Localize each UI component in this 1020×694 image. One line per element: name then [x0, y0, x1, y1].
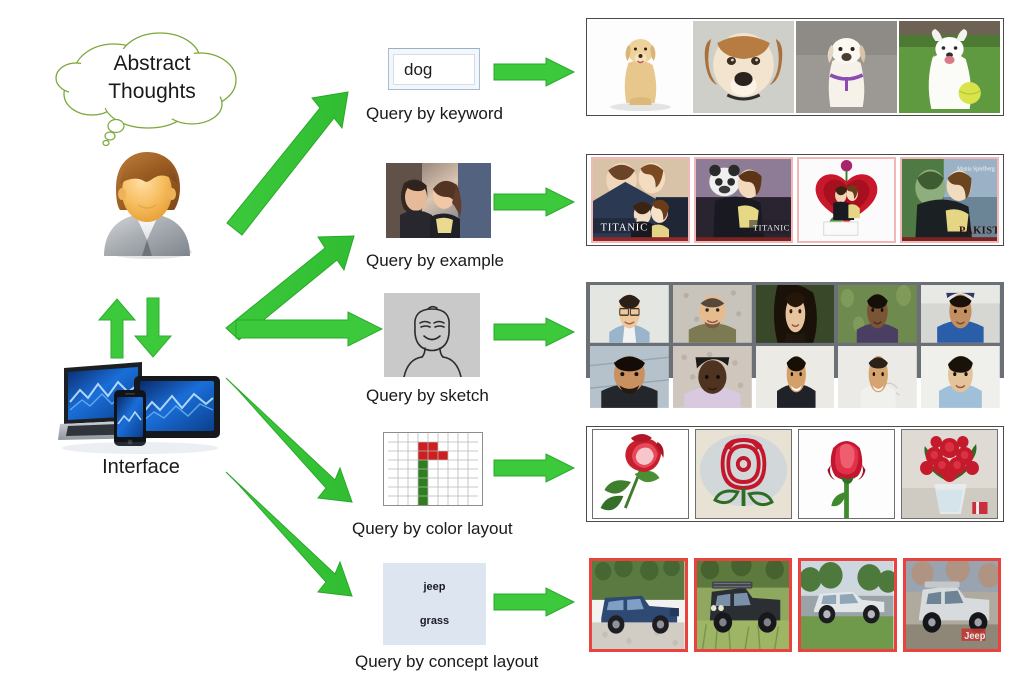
result-thumb[interactable]: TITANIC — [591, 157, 690, 243]
arrow-to-keyword — [226, 91, 349, 236]
result-thumb[interactable] — [838, 345, 918, 408]
result-thumb[interactable] — [592, 429, 689, 519]
query-label-sketch: Query by sketch — [366, 386, 489, 405]
result-thumb[interactable] — [590, 21, 691, 113]
result-row-jeeps: Jeep — [586, 558, 1004, 652]
tablet-icon — [134, 376, 220, 438]
query-label-concept-layout: Query by concept layout — [355, 652, 539, 671]
result-thumb[interactable] — [797, 157, 896, 243]
result-thumb[interactable] — [796, 21, 897, 113]
result-thumb[interactable]: TITANIC — [694, 157, 793, 243]
svg-text:Mania Spielberg: Mania Spielberg — [957, 166, 995, 172]
concept-token-grass: grass — [419, 615, 450, 627]
result-thumb[interactable] — [693, 558, 792, 652]
result-thumb[interactable] — [755, 345, 835, 408]
result-thumb[interactable] — [901, 429, 998, 519]
result-thumb[interactable] — [838, 285, 918, 343]
result-row-dogs — [586, 18, 1004, 116]
result-thumb[interactable] — [693, 21, 794, 113]
query-label-keyword: Query by keyword — [366, 104, 503, 123]
arrow-down-icon — [133, 297, 173, 358]
result-thumb[interactable] — [590, 345, 669, 408]
smartphone-icon — [114, 390, 146, 446]
result-thumb[interactable] — [755, 285, 835, 343]
concept-layout-canvas[interactable]: jeep grass — [383, 563, 486, 645]
query-label-example: Query by example — [366, 251, 504, 270]
face-grid-row — [590, 285, 1000, 343]
svg-text:TITANIC: TITANIC — [753, 222, 790, 232]
result-thumb[interactable] — [589, 558, 688, 652]
svg-text:TITANIC: TITANIC — [601, 222, 649, 233]
device-cluster — [58, 358, 223, 454]
result-row-posters: TITANIC TITANIC Mania Spielberg PAKIST — [586, 154, 1004, 246]
interface-label: Interface — [102, 456, 180, 478]
result-thumb[interactable] — [798, 558, 897, 652]
result-thumb[interactable] — [590, 285, 669, 343]
face-grid-row — [590, 345, 1000, 408]
query-label-color-layout: Query by color layout — [352, 519, 513, 538]
user-avatar — [92, 148, 202, 259]
arrow-up-icon — [97, 298, 137, 359]
example-image-thumbnail[interactable] — [386, 163, 491, 238]
result-arrow-sketch — [493, 317, 576, 347]
sketch-canvas[interactable] — [384, 293, 480, 377]
search-input-field[interactable]: dog — [393, 54, 475, 85]
concept-token-jeep: jeep — [423, 581, 446, 593]
svg-text:PAKISTAN: PAKISTAN — [959, 225, 999, 236]
result-thumb[interactable] — [899, 21, 1000, 113]
result-arrow-color-layout — [493, 453, 576, 483]
result-thumb[interactable] — [695, 429, 792, 519]
thought-line-1: Abstract — [113, 52, 191, 75]
result-thumb[interactable] — [921, 345, 1000, 408]
arrow-to-sketch — [235, 311, 384, 347]
result-arrow-example — [493, 187, 576, 217]
result-row-faces — [586, 282, 1004, 408]
result-thumb[interactable] — [672, 285, 752, 343]
color-layout-grid[interactable] — [383, 432, 483, 506]
result-arrow-concept-layout — [493, 587, 576, 617]
search-input-value: dog — [404, 59, 433, 79]
result-thumb[interactable] — [921, 285, 1000, 343]
result-thumb[interactable] — [798, 429, 895, 519]
result-thumb[interactable]: Jeep — [902, 558, 1001, 652]
svg-text:Jeep: Jeep — [964, 630, 985, 642]
result-thumb[interactable]: Mania Spielberg PAKISTAN — [900, 157, 999, 243]
interface-exchange-arrows — [95, 296, 175, 359]
result-thumb[interactable] — [672, 345, 752, 408]
result-row-roses — [586, 426, 1004, 522]
arrow-to-color-layout — [225, 377, 353, 503]
result-arrow-keyword — [493, 57, 576, 87]
search-input-box[interactable]: dog — [388, 48, 480, 90]
diagram-canvas: Abstract Thoughts Interface dog Query by… — [0, 0, 1020, 694]
